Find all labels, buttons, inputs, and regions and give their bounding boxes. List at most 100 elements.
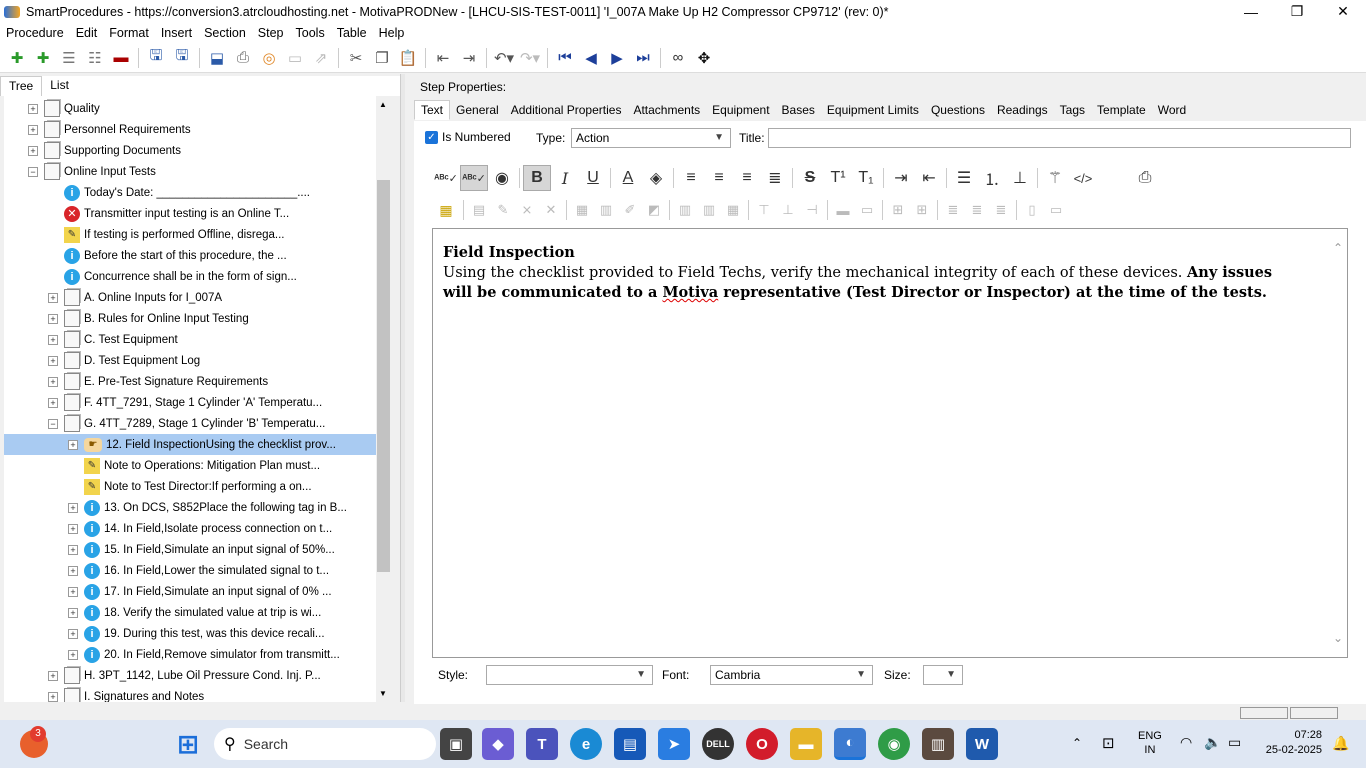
first-icon[interactable]: ⏮ (552, 46, 578, 70)
tab-questions[interactable]: Questions (925, 101, 991, 119)
language-indicator[interactable]: ENG IN (1138, 729, 1162, 757)
expand-icon[interactable]: + (68, 607, 78, 618)
tab-equipment[interactable]: Equipment (706, 101, 775, 119)
font-select[interactable]: Cambria ▼ (710, 665, 873, 685)
task-view-icon[interactable]: ▣ (440, 728, 472, 760)
menu-tools[interactable]: Tools (290, 26, 331, 40)
dell-icon[interactable]: DELL (702, 728, 734, 760)
expand-icon[interactable]: + (68, 544, 78, 555)
network-icon[interactable]: ⊡ (1102, 734, 1115, 752)
align-left-icon[interactable]: ≡ (677, 165, 705, 191)
tree-item[interactable]: + i 16. In Field,Lower the simulated signa… (4, 560, 376, 581)
tree-item[interactable]: + i 13. On DCS, S852Place the following ta… (4, 497, 376, 518)
expand-icon[interactable]: + (28, 124, 38, 135)
save-icon[interactable]: 🖫 (143, 46, 169, 70)
expand-icon[interactable]: + (68, 439, 78, 450)
tree-item[interactable]: ✎ If testing is performed Offline, disreg… (4, 224, 376, 245)
collapse-icon[interactable]: − (48, 418, 58, 429)
expand-icon[interactable]: + (28, 145, 38, 156)
tab-tags[interactable]: Tags (1054, 101, 1091, 119)
italic-icon[interactable]: I (551, 165, 579, 191)
start-icon[interactable]: ⊞ (172, 728, 204, 760)
expand-icon[interactable]: + (68, 502, 78, 513)
tree-item[interactable]: + i 19. During this test, was this device … (4, 623, 376, 644)
tree-item[interactable]: + i 15. In Field,Simulate an input signal … (4, 539, 376, 560)
tab-equipment-limits[interactable]: Equipment Limits (821, 101, 925, 119)
tab-tree[interactable]: Tree (0, 76, 43, 96)
tree-item[interactable]: + i 14. In Field,Isolate process connectio… (4, 518, 376, 539)
size-select[interactable]: ▼ (923, 665, 963, 685)
teams-icon[interactable]: T (526, 728, 558, 760)
tab-general[interactable]: General (450, 101, 505, 119)
tree-item[interactable]: + C. Test Equipment (4, 329, 376, 350)
numbered-list-icon[interactable]: ⒈ (978, 165, 1006, 191)
expand-icon[interactable]: + (48, 334, 58, 345)
menu-edit[interactable]: Edit (70, 26, 104, 40)
scroll-up-icon[interactable]: ▲ (379, 100, 387, 109)
tree-item[interactable]: + i 18. Verify the simulated value at trip… (4, 602, 376, 623)
tab-additional-properties[interactable]: Additional Properties (505, 101, 628, 119)
taskbar-search[interactable]: ⚲ Search (214, 728, 436, 760)
remove-icon[interactable]: ▬ (108, 46, 134, 70)
print-icon[interactable]: ⎙ (230, 46, 256, 70)
editor-content[interactable]: Field Inspection Using the checklist pro… (443, 243, 1287, 304)
word-icon[interactable]: W (966, 728, 998, 760)
editor-scroll-up-icon[interactable]: ⌃ (1333, 241, 1343, 255)
highlight-icon[interactable]: ◈ (642, 165, 670, 191)
tree-item[interactable]: + Personnel Requirements (4, 119, 376, 140)
align-center-icon[interactable]: ≡ (705, 165, 733, 191)
menu-table[interactable]: Table (331, 26, 373, 40)
tab-word[interactable]: Word (1152, 101, 1192, 119)
tab-attachments[interactable]: Attachments (627, 101, 706, 119)
strikethrough-icon[interactable]: S (796, 165, 824, 191)
tree-item[interactable]: + ☛ 12. Field InspectionUsing the checklis… (4, 434, 376, 455)
notification-bell-icon[interactable]: 🔔 (1332, 735, 1349, 752)
expand-icon[interactable]: + (68, 649, 78, 660)
spell-check-live-icon[interactable]: ᴬᴮᶜ✓ (460, 165, 488, 191)
expand-icon[interactable]: + (68, 565, 78, 576)
tree-item[interactable]: i Concurrence shall be in the form of sig… (4, 266, 376, 287)
type-select[interactable]: Action ▼ (571, 128, 731, 148)
file-explorer-icon[interactable]: ▬ (790, 728, 822, 760)
tree-item[interactable]: ✎ Note to Test Director:If performing a o… (4, 476, 376, 497)
copilot-icon[interactable]: ◆ (482, 728, 514, 760)
volume-icon[interactable]: 🔈 (1204, 734, 1221, 751)
insert-line-icon[interactable]: ⊥ (1006, 165, 1034, 191)
underline-icon[interactable]: U (579, 165, 607, 191)
battery-icon[interactable]: ▭ (1228, 734, 1241, 751)
list-icon[interactable]: ☰ (56, 46, 82, 70)
expand-icon[interactable]: + (68, 586, 78, 597)
expand-icon[interactable]: + (48, 313, 58, 324)
edge-icon[interactable]: e (570, 728, 602, 760)
close-button[interactable]: ✕ (1320, 0, 1366, 23)
tree-item[interactable]: + E. Pre-Test Signature Requirements (4, 371, 376, 392)
increase-indent-icon[interactable]: ⇥ (887, 165, 915, 191)
power-automate-icon[interactable]: ➤ (658, 728, 690, 760)
bullet-list-icon[interactable]: ☰ (950, 165, 978, 191)
remote-app-icon[interactable]: ▥ (922, 728, 954, 760)
tree-item[interactable]: + i 20. In Field,Remove simulator from tra… (4, 644, 376, 665)
tree-item[interactable]: ✕ Transmitter input testing is an Online … (4, 203, 376, 224)
tab-text[interactable]: Text (414, 100, 451, 120)
move-icon[interactable]: ✥ (691, 46, 717, 70)
expand-icon[interactable]: + (48, 691, 58, 702)
step-text-editor[interactable]: Field Inspection Using the checklist pro… (432, 228, 1348, 658)
menu-section[interactable]: Section (198, 26, 252, 40)
tree-item[interactable]: + Quality (4, 98, 376, 119)
tab-template[interactable]: Template (1091, 101, 1152, 119)
tree-item[interactable]: − G. 4TT_7289, Stage 1 Cylinder 'B' Tempe… (4, 413, 376, 434)
editor-scroll-down-icon[interactable]: ⌄ (1333, 631, 1343, 645)
copy-icon[interactable]: ❐ (369, 46, 395, 70)
expand-icon[interactable]: + (28, 103, 38, 114)
expand-icon[interactable]: + (68, 628, 78, 639)
bold-icon[interactable]: B (523, 165, 551, 191)
subscript-icon[interactable]: T₁ (852, 165, 880, 191)
tree-item[interactable]: + B. Rules for Online Input Testing (4, 308, 376, 329)
save-all-icon[interactable]: 🖫 (169, 46, 195, 70)
menu-help[interactable]: Help (373, 26, 411, 40)
font-color-icon[interactable]: A (614, 165, 642, 191)
tree-item[interactable]: + D. Test Equipment Log (4, 350, 376, 371)
outdent-icon[interactable]: ⇤ (430, 46, 456, 70)
chevron-up-icon[interactable]: ⌃ (1072, 736, 1082, 750)
scroll-down-icon[interactable]: ▼ (379, 689, 387, 698)
